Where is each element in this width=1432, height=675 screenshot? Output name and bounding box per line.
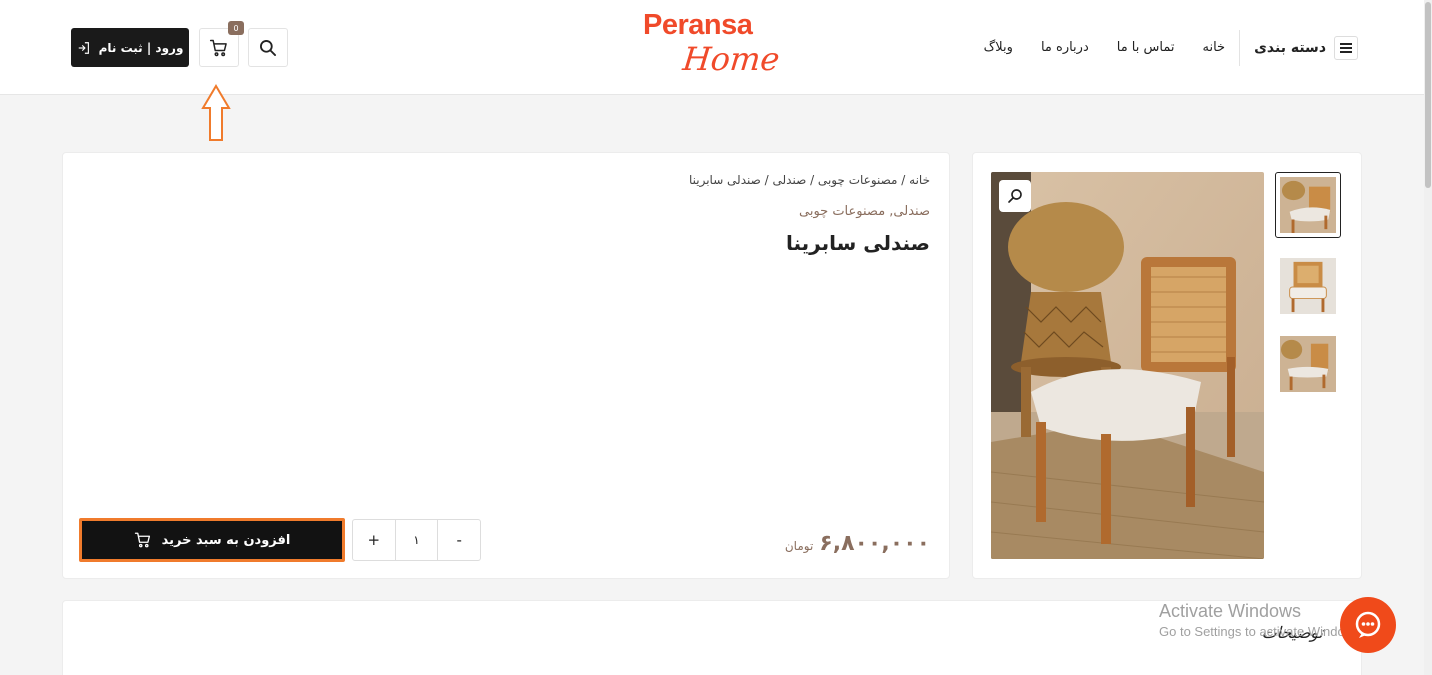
nav-item-blog[interactable]: وبلاگ (984, 40, 1013, 55)
product-title: صندلی سابرینا (785, 231, 930, 255)
product-info-card: خانه / مصنوعات چوبی / صندلی / صندلی سابر… (62, 152, 950, 579)
site-logo[interactable]: Peransa Home (640, 8, 782, 86)
price-currency: تومان (784, 539, 814, 553)
cart-icon (134, 532, 150, 548)
annotation-arrow-up-icon (201, 84, 231, 141)
nav-item-about[interactable]: درباره ما (1041, 40, 1089, 55)
gallery-thumbnail[interactable] (1275, 253, 1341, 319)
qty-decrease-button[interactable]: - (438, 520, 480, 560)
watermark-line1: Activate Windows (1159, 601, 1302, 621)
watermark-line2: Go to Settings to activate Windows. (1159, 624, 1365, 639)
breadcrumb[interactable]: خانه / مصنوعات چوبی / صندلی / صندلی سابر… (689, 173, 930, 187)
login-register-label: ورود | ثبت نام (98, 40, 184, 55)
qty-input[interactable]: ۱ (394, 520, 439, 560)
login-icon (78, 41, 89, 54)
add-to-cart-label: افزودن به سبد خرید (161, 532, 291, 548)
thumbnail-image (1280, 258, 1336, 314)
cart-icon (209, 39, 227, 56)
zoom-icon (1008, 189, 1022, 203)
gallery-thumbnail[interactable] (1275, 172, 1341, 238)
product-main-image[interactable] (991, 172, 1264, 559)
logo-text-peransa: Peransa (643, 9, 753, 41)
chat-support-button[interactable] (1340, 597, 1396, 653)
quantity-stepper: + ۱ - (352, 519, 481, 561)
gallery-thumbnail[interactable] (1275, 331, 1341, 397)
chat-icon (1355, 611, 1381, 638)
add-to-cart-button[interactable]: افزودن به سبد خرید (79, 518, 345, 562)
zoom-button[interactable] (999, 180, 1031, 212)
qty-increase-button[interactable]: + (353, 520, 395, 560)
price-amount: ۶,۸۰۰,۰۰۰ (819, 531, 930, 556)
thumbnail-image (1280, 177, 1336, 233)
login-register-button[interactable]: ورود | ثبت نام (71, 28, 189, 67)
cart-button[interactable]: 0 (199, 21, 244, 67)
site-header: ورود | ثبت نام 0 Peransa Home دسته بندی … (0, 0, 1424, 95)
nav-item-home[interactable]: خانه (1202, 40, 1225, 55)
search-button[interactable] (248, 28, 288, 67)
hamburger-icon (1334, 35, 1358, 60)
chair-photo (991, 172, 1264, 559)
logo-text-home: Home (681, 40, 782, 78)
product-price: ۶,۸۰۰,۰۰۰ تومان (785, 531, 930, 556)
categories-menu[interactable]: دسته بندی (1239, 29, 1358, 66)
thumbnail-image (1280, 336, 1336, 392)
product-gallery-card (972, 152, 1362, 579)
categories-label: دسته بندی (1254, 39, 1326, 56)
page-scrollbar[interactable] (1424, 0, 1432, 675)
nav-item-contact[interactable]: تماس با ما (1117, 40, 1175, 55)
search-icon (260, 39, 276, 56)
nav-links: خانه تماس با ما درباره ما وبلاگ (984, 40, 1239, 55)
product-categories[interactable]: صندلی, مصنوعات چوبی (799, 204, 930, 219)
cart-count-badge: 0 (228, 21, 244, 35)
scrollbar-thumb[interactable] (1425, 2, 1431, 188)
windows-activation-watermark: Activate Windows Go to Settings to activ… (1159, 601, 1364, 639)
main-nav: دسته بندی خانه تماس با ما درباره ما وبلا… (984, 28, 1358, 67)
